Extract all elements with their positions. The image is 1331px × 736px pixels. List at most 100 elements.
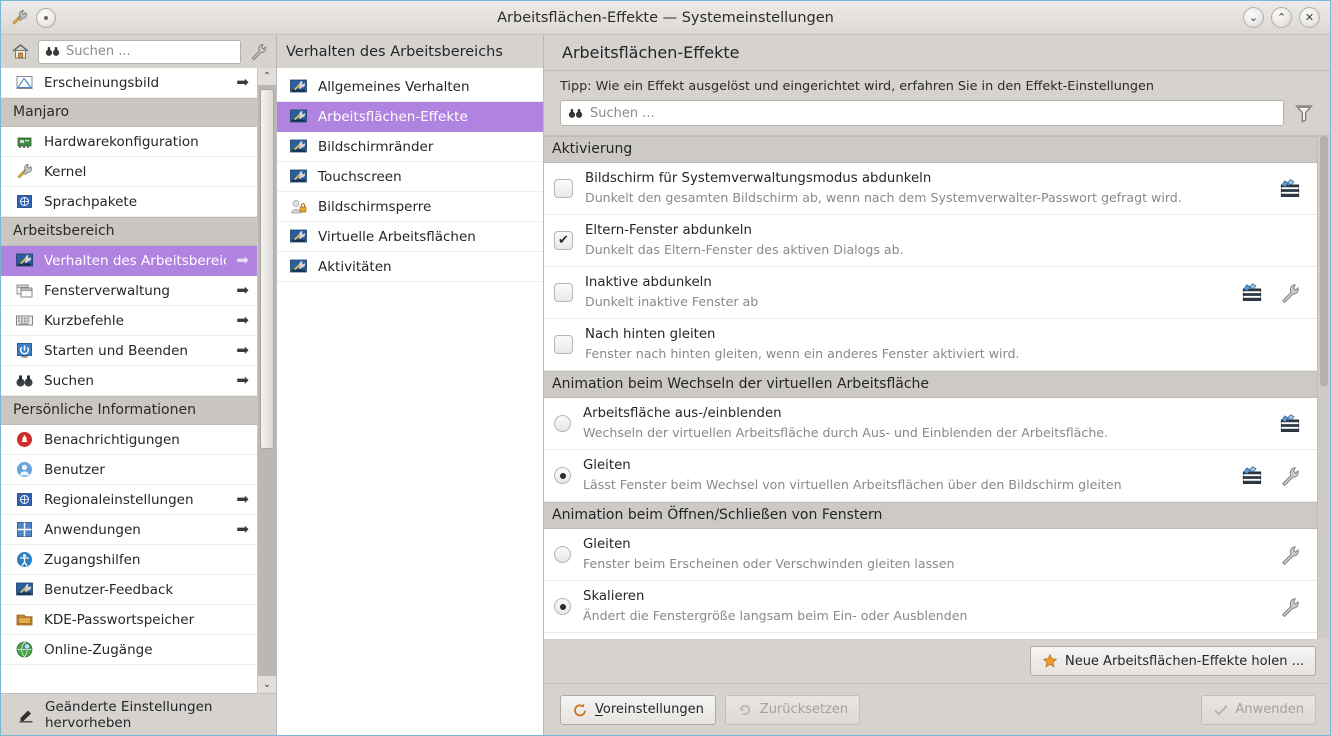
effect-actions xyxy=(1279,178,1309,200)
sidebar-scrollbar[interactable]: ⌃ ⌄ xyxy=(257,68,276,693)
apply-button[interactable]: Anwenden xyxy=(1200,694,1316,725)
category-item-bildschirmsperre[interactable]: Bildschirmsperre xyxy=(277,192,543,222)
home-icon[interactable] xyxy=(11,42,30,61)
sidebar-item-zugangshilfen[interactable]: Zugangshilfen xyxy=(1,545,257,575)
workspace-icon xyxy=(289,227,308,246)
filter-funnel-icon[interactable] xyxy=(1292,101,1316,125)
video-icon[interactable] xyxy=(1241,282,1263,304)
category-item-aktivitaeten[interactable]: Aktivitäten xyxy=(277,252,543,282)
effect-radio[interactable] xyxy=(554,467,571,484)
effect-row[interactable]: Gleiten Fenster beim Erscheinen oder Ver… xyxy=(544,529,1317,581)
effect-description: Fenster nach hinten gleiten, wenn ein an… xyxy=(585,345,1020,361)
system-settings-window: Arbeitsflächen-Effekte — Systemeinstellu… xyxy=(0,0,1331,736)
sidebar-item-kurzbefehle[interactable]: Kurzbefehle ➡ xyxy=(1,306,257,336)
effect-radio[interactable] xyxy=(554,546,571,563)
reset-button[interactable]: Zurücksetzen xyxy=(724,694,861,725)
sidebar-item-fensterverwaltung[interactable]: Fensterverwaltung ➡ xyxy=(1,276,257,306)
defaults-accel: V xyxy=(595,702,603,717)
workspace-icon xyxy=(289,107,308,126)
category-item-arbeitsflaechen-effekte[interactable]: Arbeitsflächen-Effekte xyxy=(277,102,543,132)
close-button[interactable]: ✕ xyxy=(1299,7,1320,28)
effect-text-block: Gleiten Lässt Fenster beim Wechsel von v… xyxy=(583,457,1229,493)
wrench-icon[interactable] xyxy=(1279,465,1301,487)
effect-row[interactable]: Gleiten Lässt Fenster beim Wechsel von v… xyxy=(544,450,1317,502)
highlight-changed-settings-button[interactable]: Geänderte Einstellungen hervorheben xyxy=(1,693,276,735)
video-icon[interactable] xyxy=(1279,178,1301,200)
video-icon[interactable] xyxy=(1279,413,1301,435)
wrench-icon[interactable] xyxy=(1279,596,1301,618)
category-item-allgemeines-verhalten[interactable]: Allgemeines Verhalten xyxy=(277,72,543,102)
effect-checkbox[interactable] xyxy=(554,283,573,302)
effect-description: Dunkelt inaktive Fenster ab xyxy=(585,293,759,309)
scroll-down-icon[interactable]: ⌄ xyxy=(258,676,276,693)
sidebar-item-label: Benutzer-Feedback xyxy=(44,581,174,598)
sidebar-item-kernel[interactable]: Kernel xyxy=(1,157,257,187)
sidebar-item-starten-und-beenden[interactable]: Starten und Beenden ➡ xyxy=(1,336,257,366)
effect-row[interactable]: Inaktive abdunkeln Dunkelt inaktive Fens… xyxy=(544,267,1317,319)
sidebar-item-label: Regionaleinstellungen xyxy=(44,491,194,508)
effect-row[interactable]: Nach hinten gleiten Fenster nach hinten … xyxy=(544,319,1317,371)
wrench-icon[interactable] xyxy=(249,42,268,61)
effects-scrollbar[interactable] xyxy=(1317,136,1330,639)
sidebar-item-anwendungen[interactable]: Anwendungen ➡ xyxy=(1,515,257,545)
category-item-touchscreen[interactable]: Touchscreen xyxy=(277,162,543,192)
effect-description: Lässt Fenster beim Wechsel von virtuelle… xyxy=(583,476,1122,492)
sidebar-item-sprachpakete[interactable]: Sprachpakete xyxy=(1,187,257,217)
effect-row[interactable]: Arbeitsfläche aus-/einblenden Wechseln d… xyxy=(544,398,1317,450)
sidebar-search-input[interactable]: Suchen ... xyxy=(38,39,241,64)
effect-radio[interactable] xyxy=(554,598,571,615)
minimize-button[interactable]: ⌄ xyxy=(1243,7,1264,28)
maximize-button[interactable]: ⌃ xyxy=(1271,7,1292,28)
sidebar-list-area: Erscheinungsbild ➡ Manjaro Hardwarekonfi… xyxy=(1,68,276,693)
power-icon xyxy=(15,341,34,360)
sidebar-group-title: Manjaro xyxy=(1,98,257,127)
sidebar-item-erscheinungsbild[interactable]: Erscheinungsbild ➡ xyxy=(1,68,257,98)
sidebar-scroll-thumb[interactable] xyxy=(260,89,274,449)
video-icon[interactable] xyxy=(1241,465,1263,487)
effect-title: Gleiten xyxy=(583,458,631,474)
get-new-effects-button[interactable]: Neue Arbeitsflächen-Effekte holen ... xyxy=(1029,646,1316,676)
sidebar-item-regionaleinstellungen[interactable]: Regionaleinstellungen ➡ xyxy=(1,485,257,515)
defaults-button[interactable]: Voreinstellungen xyxy=(560,694,716,725)
category-item-bildschirmraender[interactable]: Bildschirmränder xyxy=(277,132,543,162)
effect-row[interactable]: Skalieren Ändert die Fenstergröße langsa… xyxy=(544,581,1317,633)
scroll-up-icon[interactable]: ⌃ xyxy=(258,68,276,85)
sidebar-item-online-zugaenge[interactable]: Online-Zugänge xyxy=(1,635,257,665)
effect-row[interactable]: ✔ Eltern-Fenster abdunkeln Dunkelt das E… xyxy=(544,215,1317,267)
main-panel: Arbeitsflächen-Effekte Tipp: Wie ein Eff… xyxy=(544,35,1330,735)
title-bar-menu-button[interactable] xyxy=(36,7,56,28)
workspace-icon xyxy=(289,137,308,156)
get-new-effects-label: Neue Arbeitsflächen-Effekte holen ... xyxy=(1064,653,1304,669)
online-accounts-icon xyxy=(15,640,34,659)
effect-row[interactable]: Bildschirm für Systemverwaltungsmodus ab… xyxy=(544,163,1317,215)
sidebar-item-benutzer[interactable]: Benutzer xyxy=(1,455,257,485)
sidebar-item-label: Zugangshilfen xyxy=(44,551,141,568)
sidebar-item-label: Verhalten des Arbeitsbereichs xyxy=(44,252,227,269)
reset-label: Zurücksetzen xyxy=(759,702,849,717)
sidebar-item-benachrichtigungen[interactable]: Benachrichtigungen xyxy=(1,425,257,455)
effects-search-input[interactable]: Suchen ... xyxy=(560,100,1284,126)
sidebar-scroll-track[interactable] xyxy=(258,85,276,676)
effect-actions xyxy=(1279,596,1309,618)
sidebar-item-kde-passwortspeicher[interactable]: KDE-Passwortspeicher xyxy=(1,605,257,635)
effects-scroll-thumb[interactable] xyxy=(1320,136,1328,386)
bell-icon xyxy=(15,430,34,449)
effect-checkbox[interactable] xyxy=(554,179,573,198)
sidebar-item-label: Kernel xyxy=(44,163,87,180)
sidebar-item-benutzer-feedback[interactable]: Benutzer-Feedback xyxy=(1,575,257,605)
effect-checkbox[interactable] xyxy=(554,335,573,354)
window-body: Suchen ... Erscheinungsbild ➡ Manjaro Ha… xyxy=(1,35,1330,735)
chevron-right-icon: ➡ xyxy=(236,311,249,329)
effect-radio[interactable] xyxy=(554,415,571,432)
category-item-virtuelle-arbeitsflaechen[interactable]: Virtuelle Arbeitsflächen xyxy=(277,222,543,252)
sidebar-item-hardwarekonfiguration[interactable]: Hardwarekonfiguration xyxy=(1,127,257,157)
workspace-icon xyxy=(289,257,308,276)
sidebar-item-verhalten-des-arbeitsbereichs[interactable]: Verhalten des Arbeitsbereichs ➡ xyxy=(1,246,257,276)
check-icon xyxy=(1213,702,1229,718)
effect-title: Bildschirm für Systemverwaltungsmodus ab… xyxy=(585,171,932,187)
effects-list-area: Aktivierung Bildschirm für Systemverwalt… xyxy=(544,135,1330,639)
effect-checkbox[interactable]: ✔ xyxy=(554,231,573,250)
wrench-icon[interactable] xyxy=(1279,544,1301,566)
wrench-icon[interactable] xyxy=(1279,282,1301,304)
sidebar-item-suchen[interactable]: Suchen ➡ xyxy=(1,366,257,396)
